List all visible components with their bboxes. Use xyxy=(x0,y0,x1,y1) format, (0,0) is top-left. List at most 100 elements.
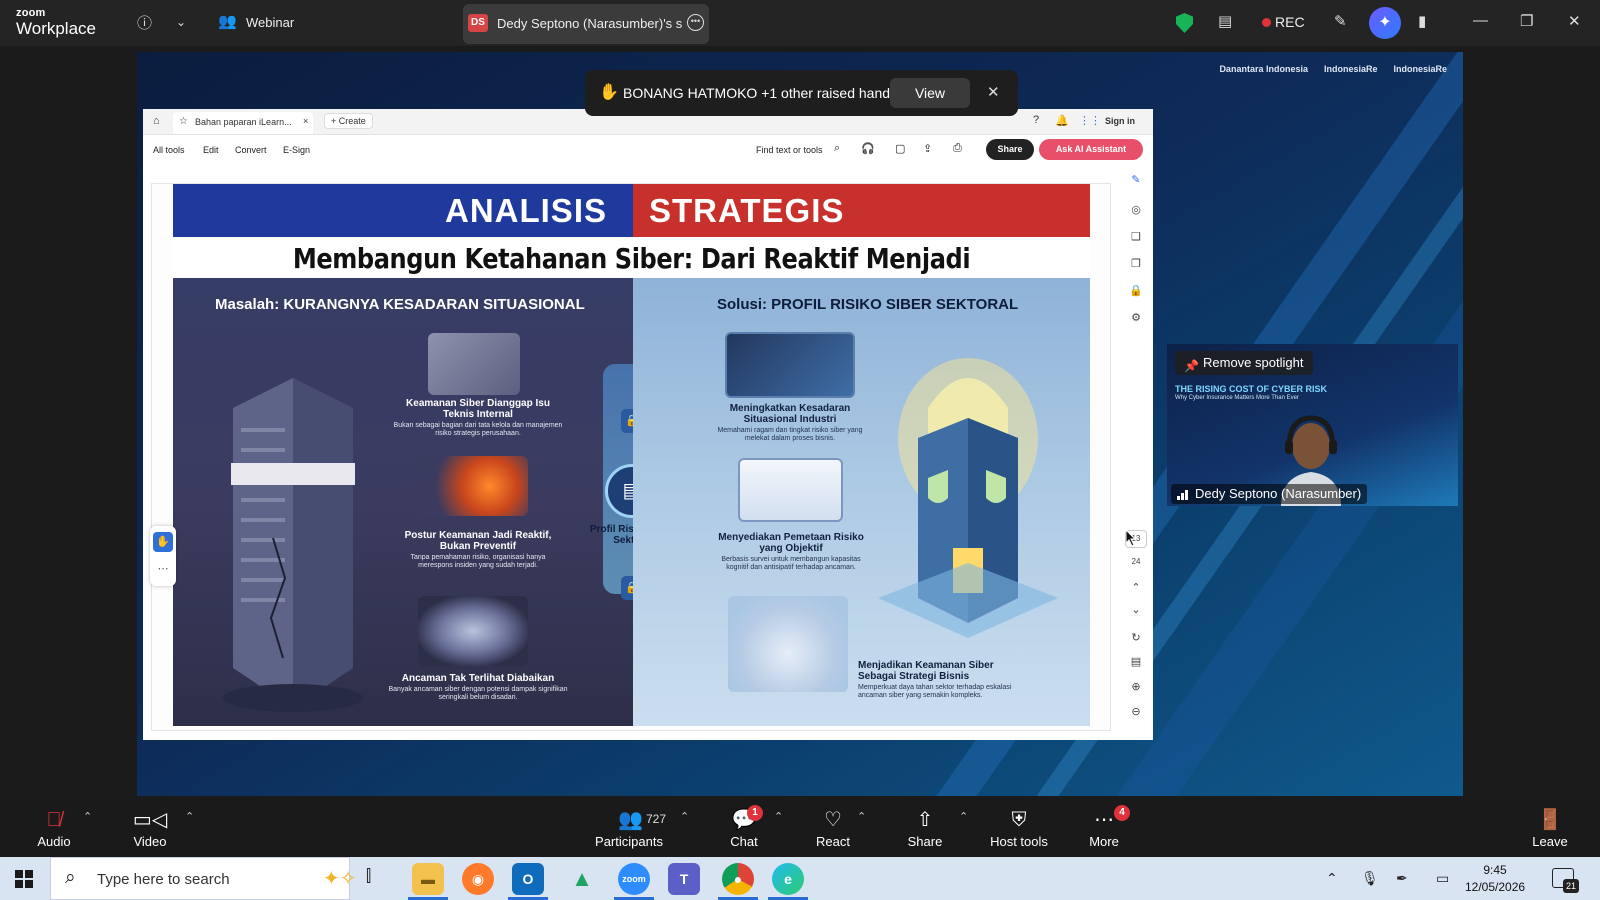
restore-icon[interactable]: ❐ xyxy=(1520,12,1533,30)
share-options-caret[interactable]: ⌃ xyxy=(959,810,968,823)
ai-companion-icon[interactable]: ✦ xyxy=(1369,7,1401,39)
annotate-pen-icon[interactable]: ✎ xyxy=(1334,12,1347,30)
comment-icon[interactable]: ◎ xyxy=(1125,203,1147,216)
tray-chevron-icon[interactable]: ⌃ xyxy=(1326,870,1338,887)
minimize-icon[interactable]: — xyxy=(1473,12,1488,29)
participant-count: 727 xyxy=(646,812,667,826)
blindfolded-building-illustration xyxy=(223,378,363,712)
protect-icon[interactable]: 🔒 xyxy=(1125,284,1147,297)
view-raised-hands-button[interactable]: View xyxy=(890,78,970,108)
save-icon[interactable]: ▢ xyxy=(895,142,905,155)
home-icon[interactable]: ⌂ xyxy=(153,115,160,127)
audio-button[interactable]: 🎙̸ Audio xyxy=(30,806,78,849)
read-aloud-icon[interactable]: 🎧 xyxy=(861,142,875,155)
video-button[interactable]: ▭◁ Video xyxy=(126,806,174,849)
outlook-icon[interactable]: O xyxy=(512,863,544,895)
captions-icon[interactable]: ▤ xyxy=(1218,12,1232,30)
spotlight-video[interactable]: 📌 Remove spotlight THE RISING COST OF CY… xyxy=(1167,344,1458,506)
zoom-control-bar: 🎙̸ Audio ⌃ ▭◁ Video ⌃ 👥 Participants 727… xyxy=(0,798,1600,857)
bell-icon[interactable]: 🔔 xyxy=(1055,114,1069,127)
participant-name-label: Dedy Septono (Narasumber) xyxy=(1171,484,1368,504)
create-tab-button[interactable]: + Create xyxy=(324,113,373,129)
print-icon[interactable]: ⎙ xyxy=(953,142,962,155)
chat-options-caret[interactable]: ⌃ xyxy=(774,810,783,823)
teams-icon[interactable]: T xyxy=(668,863,700,895)
windows-start-icon[interactable] xyxy=(15,870,33,888)
pin-icon: 📌 xyxy=(1184,359,1199,373)
edit-pdf-icon[interactable]: ✎ xyxy=(1125,173,1147,186)
hand-tool-palette: ✋ ⋯ xyxy=(150,526,176,586)
chevron-down-icon[interactable]: ⌄ xyxy=(176,15,186,29)
find-tools-field[interactable]: Find text or tools xyxy=(756,145,823,155)
leave-door-icon: 🚪 xyxy=(1537,809,1563,831)
search-icon[interactable]: ⌕ xyxy=(834,142,840,155)
firefox-icon[interactable]: ◉ xyxy=(462,863,494,895)
slide-subtitle: Membangun Ketahanan Siber: Dari Reaktif … xyxy=(292,242,971,308)
problem-panel: Masalah: KURANGNYA KESADARAN SITUASIONAL… xyxy=(173,278,633,726)
redact-icon[interactable]: ⚙ xyxy=(1125,311,1147,324)
upload-icon[interactable]: ⇪ xyxy=(923,142,932,155)
host-tools-button[interactable]: ⛨ Host tools xyxy=(986,806,1052,849)
mic-tray-icon[interactable]: 🎙 xyxy=(1361,870,1379,887)
file-explorer-icon[interactable]: ▬ xyxy=(412,863,444,895)
rotate-icon[interactable]: ↻ xyxy=(1125,631,1147,644)
notification-count: 21 xyxy=(1563,879,1579,893)
video-camera-icon: ▭◁ xyxy=(132,809,168,831)
acrobat-share-button[interactable]: Share xyxy=(986,139,1034,160)
zoom-top-bar: zoom Workplace ⓘ ⌄ 👥 Webinar DS Dedy Sep… xyxy=(0,0,1600,46)
problem-item-3-title: Ancaman Tak Terlihat Diabaikan xyxy=(401,673,555,684)
tab-close-icon[interactable]: × xyxy=(303,116,308,126)
display-tray-icon[interactable]: ▭ xyxy=(1436,870,1449,887)
recording-dot-icon xyxy=(1262,18,1271,27)
menu-convert[interactable]: Convert xyxy=(235,145,267,155)
participants-options-caret[interactable]: ⌃ xyxy=(680,810,689,823)
chrome-icon[interactable]: ● xyxy=(722,863,754,895)
leave-button[interactable]: 🚪 Leave xyxy=(1530,806,1570,849)
hidden-threats-illustration xyxy=(418,596,528,666)
chat-label: Chat xyxy=(730,834,758,849)
solution-item-3-desc: Memperkuat daya tahan sektor terhadap es… xyxy=(858,684,1012,699)
ask-ai-assistant-button[interactable]: Ask AI Assistant xyxy=(1039,139,1143,160)
menu-esign[interactable]: E-Sign xyxy=(283,145,310,155)
menu-all-tools[interactable]: All tools xyxy=(153,145,185,155)
zoom-out-icon[interactable]: ⊖ xyxy=(1125,705,1147,718)
zoom-app-icon[interactable]: zoom xyxy=(618,863,650,895)
meeting-type-label: Webinar xyxy=(246,15,295,30)
info-icon[interactable]: ⓘ xyxy=(137,12,152,33)
taskbar-search-box[interactable]: ⌕ Type here to search ✦✧ xyxy=(50,857,357,900)
clock-date: 12/05/2026 xyxy=(1465,880,1526,894)
help-icon[interactable]: ? xyxy=(1033,114,1039,126)
video-options-caret[interactable]: ⌃ xyxy=(185,810,194,823)
page-up-icon[interactable]: ⌃ xyxy=(1125,581,1147,594)
recording-label[interactable]: REC xyxy=(1275,14,1305,30)
task-view-icon[interactable]: ⫿ xyxy=(366,868,371,886)
close-banner-icon[interactable]: ✕ xyxy=(987,83,1000,101)
hand-tool-icon[interactable]: ✋ xyxy=(153,532,173,552)
menu-edit[interactable]: Edit xyxy=(203,145,219,155)
zoom-in-icon[interactable]: ⊕ xyxy=(1125,680,1147,693)
bookmark-icon[interactable]: ❑ xyxy=(1125,230,1147,243)
remove-spotlight-label: Remove spotlight xyxy=(1203,355,1304,370)
security-shield-icon[interactable] xyxy=(1176,13,1193,33)
document-tab[interactable]: ☆ Bahan paparan iLearn... xyxy=(173,112,313,134)
edge-icon[interactable]: e xyxy=(772,863,804,895)
page-down-icon[interactable]: ⌄ xyxy=(1125,603,1147,616)
star-icon[interactable]: ☆ xyxy=(179,116,188,127)
system-clock[interactable]: 9:45 12/05/2026 xyxy=(1465,862,1525,896)
audio-label: Audio xyxy=(37,834,71,849)
share-more-icon[interactable]: ••• xyxy=(687,14,704,31)
close-window-icon[interactable]: ✕ xyxy=(1568,12,1581,30)
react-options-caret[interactable]: ⌃ xyxy=(857,810,866,823)
pen-tray-icon[interactable]: ✒ xyxy=(1396,870,1408,887)
more-tools-icon[interactable]: ⋯ xyxy=(150,562,176,575)
share-screen-button[interactable]: ⇧ Share xyxy=(903,806,947,849)
react-button[interactable]: ♡ React xyxy=(812,806,854,849)
audio-options-caret[interactable]: ⌃ xyxy=(83,810,92,823)
organize-pages-icon[interactable]: ❐ xyxy=(1125,257,1147,270)
apps-grid-icon[interactable]: ⋮⋮ xyxy=(1079,114,1101,127)
remove-spotlight-button[interactable]: 📌 Remove spotlight xyxy=(1175,351,1314,375)
fit-page-icon[interactable]: ▤ xyxy=(1125,655,1147,668)
side-panel-icon[interactable]: ▮ xyxy=(1418,12,1426,30)
sign-in-link[interactable]: Sign in xyxy=(1105,116,1135,126)
google-drive-icon[interactable]: ▲ xyxy=(566,863,598,895)
